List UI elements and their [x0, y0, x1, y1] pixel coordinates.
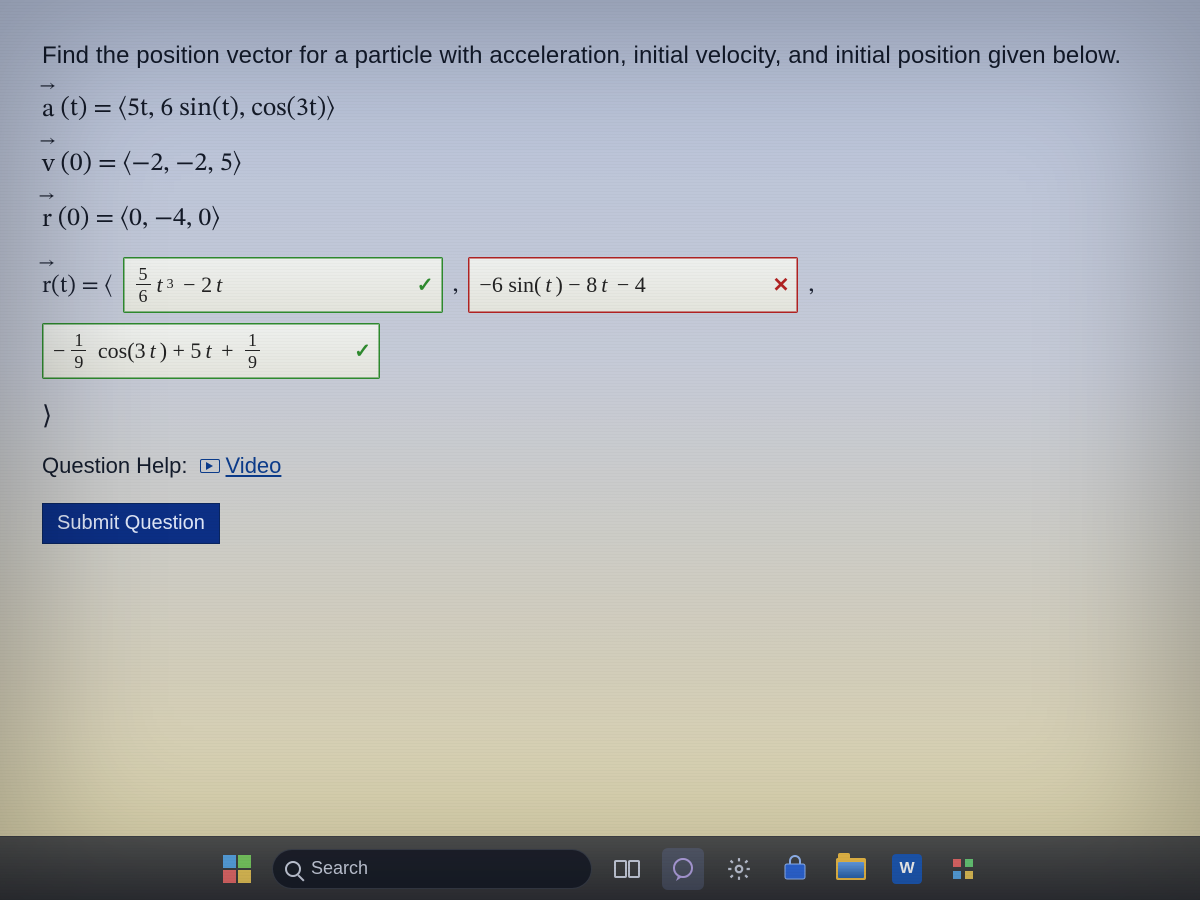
taskbar: Search W: [0, 836, 1200, 900]
settings-button[interactable]: [718, 848, 760, 890]
search-placeholder: Search: [311, 858, 368, 879]
question-help-row: Question Help: Video: [42, 453, 1158, 479]
answer-lhs: r(t) = ⟨: [42, 269, 113, 301]
separator: ,: [453, 270, 459, 300]
task-view-button[interactable]: [606, 848, 648, 890]
answer-input-3[interactable]: −19 cos(3t) + 5t + 19 ✓: [42, 323, 380, 379]
question-panel: Find the position vector for a particle …: [0, 0, 1200, 564]
folder-icon: [836, 858, 866, 880]
equation-acceleration: a(t) = ⟨5t, 6 sin(t), cos(3t)⟩: [42, 92, 1158, 127]
file-explorer-button[interactable]: [830, 848, 872, 890]
store-icon: [781, 855, 809, 883]
equation-initial-velocity: v(0) = ⟨−2, −2, 5⟩: [42, 147, 1158, 182]
video-icon: [200, 459, 220, 473]
word-app-button[interactable]: W: [886, 848, 928, 890]
search-icon: [285, 861, 301, 877]
start-button[interactable]: [216, 848, 258, 890]
answer-input-2[interactable]: −6 sin(t) − 8t − 4 ✕: [468, 257, 798, 313]
store-button[interactable]: [774, 848, 816, 890]
submit-question-button[interactable]: Submit Question: [42, 503, 220, 544]
question-prompt: Find the position vector for a particle …: [42, 42, 1158, 70]
grid-app-icon: [950, 856, 976, 882]
cross-icon: ✕: [773, 273, 790, 298]
video-help-link[interactable]: Video: [200, 453, 282, 479]
task-view-icon: [614, 858, 640, 880]
check-icon: ✓: [417, 273, 434, 298]
equation-initial-position: r(0) = ⟨0, −4, 0⟩: [42, 202, 1158, 237]
answer-row: r(t) = ⟨ 56 t3 − 2t ✓ , −6 sin(t) − 8t −…: [42, 257, 1158, 431]
chat-icon: [670, 856, 696, 882]
windows-logo-icon: [223, 855, 251, 883]
word-icon: W: [892, 854, 922, 884]
gear-icon: [726, 856, 752, 882]
separator: ,: [808, 270, 814, 300]
taskbar-search[interactable]: Search: [272, 849, 592, 889]
check-icon: ✓: [354, 339, 371, 364]
answer-closing-bracket: ⟩: [42, 401, 1158, 431]
app-button-misc[interactable]: [942, 848, 984, 890]
question-help-label: Question Help:: [42, 453, 188, 479]
answer-input-1[interactable]: 56 t3 − 2t ✓: [123, 257, 443, 313]
chat-app-button[interactable]: [662, 848, 704, 890]
